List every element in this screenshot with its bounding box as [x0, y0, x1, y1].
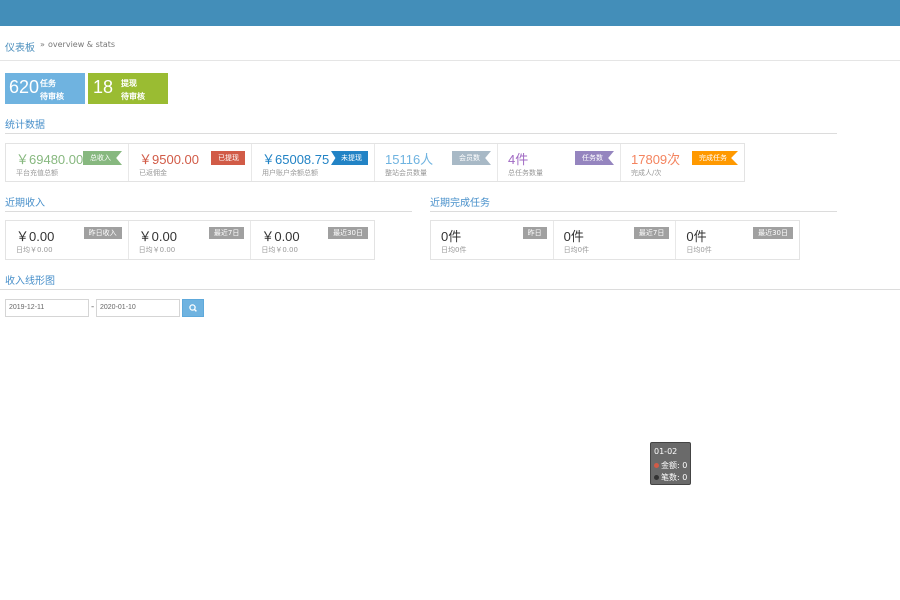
start-date-input[interactable]: 2019-12-11	[5, 299, 89, 317]
income-badge: 最近30日	[328, 227, 369, 239]
infobox-label: 待审核	[40, 92, 64, 101]
breadcrumb: 仪表板 » overview & stats	[0, 28, 900, 61]
tasks-value: 0件	[441, 229, 462, 244]
stat-badge: 已提现	[211, 151, 245, 165]
stat-completed: 17809次 完成任务 完成人/次	[621, 144, 744, 181]
infobox-label: 待审核	[121, 92, 145, 101]
tasks-daily-avg: 日均0件	[441, 246, 467, 254]
stat-tasks: 4件 任务数 总任务数量	[498, 144, 621, 181]
tasks-row: 0件 昨日 日均0件 0件 最近7日 日均0件 0件 最近30日 日均0件	[430, 220, 800, 260]
stats-section-title: 统计数据	[5, 120, 45, 131]
income-value: ￥0.00	[261, 229, 300, 244]
chart-tooltip: 01-02 金额: 0 笔数: 0	[650, 442, 691, 485]
income-badge: 最近7日	[208, 227, 245, 239]
search-icon	[189, 304, 197, 312]
stat-withdrawn: ￥9500.00 已提现 已返佣金	[129, 144, 252, 181]
tasks-badge: 最近30日	[753, 227, 794, 239]
tasks-daily-avg: 日均0件	[686, 246, 712, 254]
stat-value: ￥65008.75	[262, 152, 330, 167]
infobox-label: 任务	[40, 79, 56, 88]
count-dot-icon	[654, 475, 659, 480]
stat-value: ￥69480.00	[16, 152, 84, 167]
income-row: ￥0.00 昨日收入 日均￥0.00 ￥0.00 最近7日 日均￥0.00 ￥0…	[5, 220, 375, 260]
stat-not-withdrawn: ￥65008.75 未提现 用户账户余额总额	[252, 144, 375, 181]
stat-value: 15116人	[385, 152, 434, 167]
income-badge: 昨日收入	[83, 227, 122, 239]
tasks-badge: 最近7日	[633, 227, 670, 239]
stats-divider	[5, 133, 837, 134]
stat-label: 总任务数量	[508, 169, 543, 177]
stat-label: 用户账户余额总额	[262, 169, 318, 177]
income-7days: ￥0.00 最近7日 日均￥0.00	[129, 221, 252, 259]
stat-badge: 未提现	[331, 151, 368, 165]
income-section-title: 近期收入	[5, 198, 45, 209]
income-value: ￥0.00	[16, 229, 55, 244]
infobox-number: 620	[9, 77, 40, 97]
chart-divider	[0, 289, 900, 290]
tasks-daily-avg: 日均0件	[563, 246, 590, 254]
stat-members: 15116人 会员数 整站会员数量	[375, 144, 498, 181]
tasks-30days: 0件 最近30日 日均0件	[676, 221, 799, 259]
date-separator: -	[91, 302, 95, 312]
income-divider	[5, 211, 412, 212]
tooltip-amount-row: 金额: 0	[654, 460, 687, 471]
pending-tasks-infobox[interactable]: 620 任务 待审核	[5, 73, 85, 104]
stat-value: 4件	[508, 152, 529, 167]
income-30days: ￥0.00 最近30日 日均￥0.00	[251, 221, 374, 259]
stat-label: 完成人/次	[631, 169, 662, 177]
stats-row: ￥69480.00 总收入 平台充值总额 ￥9500.00 已提现 已返佣金 ￥…	[5, 143, 745, 182]
infobox-label: 提现	[121, 79, 137, 88]
stat-label: 整站会员数量	[385, 169, 427, 177]
chart-section-title: 收入线形图	[5, 276, 55, 287]
breadcrumb-separator: »	[40, 40, 45, 49]
pending-withdrawals-infobox[interactable]: 18 提现 待审核	[88, 73, 168, 104]
tooltip-date: 01-02	[654, 447, 678, 456]
income-yesterday: ￥0.00 昨日收入 日均￥0.00	[6, 221, 129, 259]
tasks-badge: 昨日	[522, 227, 547, 239]
top-navbar	[0, 0, 900, 26]
breadcrumb-home-link[interactable]: 仪表板	[5, 39, 35, 54]
stat-label: 已返佣金	[139, 169, 167, 177]
stat-badge: 会员数	[452, 151, 491, 165]
stat-total-income: ￥69480.00 总收入 平台充值总额	[6, 144, 129, 181]
income-daily-avg: 日均￥0.00	[16, 246, 53, 254]
stat-badge: 完成任务	[692, 151, 738, 165]
tasks-yesterday: 0件 昨日 日均0件	[431, 221, 554, 259]
stat-badge: 总收入	[83, 151, 122, 165]
end-date-input[interactable]: 2020-01-10	[96, 299, 180, 317]
stat-value: ￥9500.00	[139, 152, 199, 167]
tasks-7days: 0件 最近7日 日均0件	[554, 221, 677, 259]
tasks-section-title: 近期完成任务	[430, 198, 490, 209]
stat-value: 17809次	[631, 152, 681, 167]
tooltip-amount: 金额: 0	[661, 461, 688, 470]
income-value: ￥0.00	[138, 229, 177, 244]
tasks-value: 0件	[563, 229, 584, 244]
amount-dot-icon	[654, 463, 659, 468]
stat-label: 平台充值总额	[16, 169, 58, 177]
tasks-divider	[430, 211, 837, 212]
tooltip-count: 笔数: 0	[661, 473, 688, 482]
infobox-number: 18	[93, 77, 114, 97]
income-daily-avg: 日均￥0.00	[261, 246, 298, 254]
search-button[interactable]	[182, 299, 204, 317]
stat-badge: 任务数	[575, 151, 614, 165]
breadcrumb-subtitle: overview & stats	[48, 40, 116, 49]
tasks-value: 0件	[686, 229, 707, 244]
tooltip-count-row: 笔数: 0	[654, 472, 687, 483]
income-daily-avg: 日均￥0.00	[138, 246, 176, 254]
